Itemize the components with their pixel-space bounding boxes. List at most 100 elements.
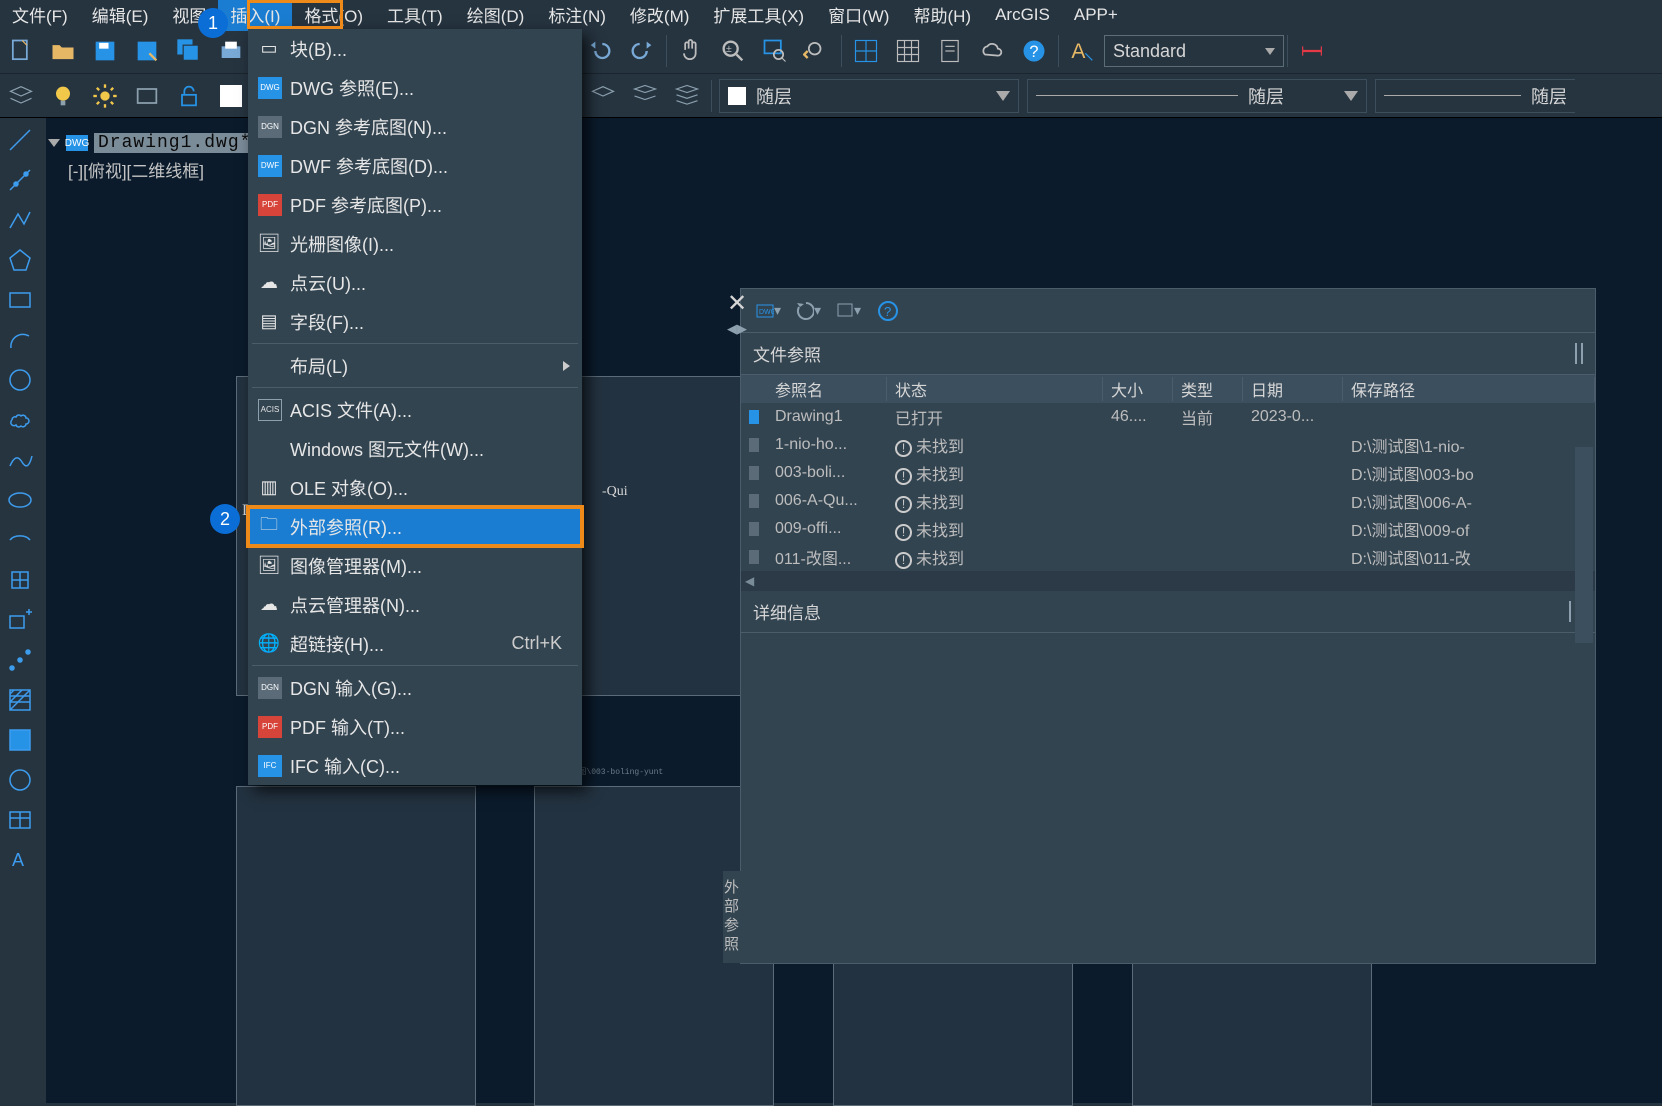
table-row[interactable]: 009-offi...!未找到D:\测试图\009-of xyxy=(741,515,1595,543)
region-tool-icon[interactable] xyxy=(0,762,40,798)
menuitem-ole[interactable]: ▥OLE 对象(O)... xyxy=(248,468,582,507)
menuitem-xref[interactable]: 🗀外部参照(R)... xyxy=(248,507,582,546)
polyline-tool-icon[interactable] xyxy=(0,202,40,238)
save-icon[interactable] xyxy=(84,30,126,72)
menuitem-dwf-ref[interactable]: DWFDWF 参考底图(D)... xyxy=(248,146,582,185)
arc-tool-icon[interactable] xyxy=(0,322,40,358)
rectangle-tool-icon[interactable] xyxy=(0,282,40,318)
table-tool-icon[interactable] xyxy=(0,802,40,838)
menuitem-pdf-ref[interactable]: PDFPDF 参考底图(P)... xyxy=(248,185,582,224)
insert-block-icon[interactable] xyxy=(0,602,40,638)
col-date[interactable]: 日期 xyxy=(1243,377,1343,401)
menu-draw[interactable]: 绘图(D) xyxy=(455,0,537,31)
col-size[interactable]: 大小 xyxy=(1103,377,1173,401)
menuitem-dgn-ref[interactable]: DGNDGN 参考底图(N)... xyxy=(248,107,582,146)
layers2-icon[interactable] xyxy=(624,75,666,117)
grid1-icon[interactable] xyxy=(845,30,887,72)
menuitem-layout[interactable]: 布局(L) xyxy=(248,346,582,385)
pan-icon[interactable] xyxy=(670,30,712,72)
table-row[interactable]: Drawing1已打开46....当前2023-0... xyxy=(741,403,1595,431)
xref-help-icon[interactable]: ? xyxy=(875,298,901,324)
hatch-tool-icon[interactable] xyxy=(0,682,40,718)
pin-icon[interactable]: ◀▶ xyxy=(727,321,747,337)
lock-icon[interactable] xyxy=(168,75,210,117)
menu-modify[interactable]: 修改(M) xyxy=(618,0,701,31)
tree-viewmode[interactable]: [-][俯视][二维线框] xyxy=(68,157,204,182)
menu-window[interactable]: 窗口(W) xyxy=(816,0,901,31)
hscroll[interactable]: ◀▶ xyxy=(741,571,1595,591)
swatch-icon[interactable] xyxy=(210,75,252,117)
col-type[interactable]: 类型 xyxy=(1173,377,1243,401)
attach-dwg-icon[interactable]: DWG▾ xyxy=(755,298,781,324)
open-icon[interactable] xyxy=(42,30,84,72)
table-row[interactable]: 011-改图...!未找到D:\测试图\011-改 xyxy=(741,543,1595,571)
sun-icon[interactable] xyxy=(84,75,126,117)
spline-tool-icon[interactable] xyxy=(0,442,40,478)
menuitem-ifc-import[interactable]: IFCIFC 输入(C)... xyxy=(248,746,582,785)
saveas-icon[interactable] xyxy=(126,30,168,72)
menu-tools[interactable]: 工具(T) xyxy=(375,0,455,31)
zoom-window-icon[interactable] xyxy=(754,30,796,72)
block-tool-icon[interactable] xyxy=(0,562,40,598)
menuitem-dgn-import[interactable]: DGNDGN 输入(G)... xyxy=(248,668,582,707)
dim-icon[interactable] xyxy=(1291,30,1333,72)
close-icon[interactable]: ✕ xyxy=(727,289,747,318)
list-view-icon[interactable] xyxy=(1575,343,1577,364)
menuitem-block[interactable]: ▭块(B)... xyxy=(248,29,582,68)
saveall-icon[interactable] xyxy=(168,30,210,72)
circle-tool-icon[interactable] xyxy=(0,362,40,398)
col-path[interactable]: 保存路径 xyxy=(1343,377,1595,401)
undo-icon[interactable] xyxy=(579,30,621,72)
tree-filename[interactable]: Drawing1.dwg* xyxy=(94,133,255,153)
menuitem-pc-manager[interactable]: ☁点云管理器(N)... xyxy=(248,585,582,624)
vscroll[interactable] xyxy=(1575,447,1593,643)
linetype-combo[interactable]: 随层 xyxy=(1027,79,1367,113)
revcloud-tool-icon[interactable] xyxy=(0,402,40,438)
textstyle-icon[interactable]: A xyxy=(1062,30,1104,72)
menuitem-acis[interactable]: ACISACIS 文件(A)... xyxy=(248,390,582,429)
ray-tool-icon[interactable] xyxy=(0,162,40,198)
menuitem-image-manager[interactable]: 🖼图像管理器(M)... xyxy=(248,546,582,585)
detail-view1-icon[interactable] xyxy=(1569,601,1571,622)
menuitem-dwg-ref[interactable]: DWGDWG 参照(E)... xyxy=(248,68,582,107)
new-icon[interactable] xyxy=(0,30,42,72)
point-tool-icon[interactable] xyxy=(0,642,40,678)
menu-appplus[interactable]: APP+ xyxy=(1062,1,1130,29)
cloud-icon[interactable] xyxy=(971,30,1013,72)
tree-caret-icon[interactable] xyxy=(48,139,60,147)
tree-view-icon[interactable] xyxy=(1581,343,1583,364)
menu-edit[interactable]: 编辑(E) xyxy=(80,0,161,31)
menuitem-field[interactable]: ▤字段(F)... xyxy=(248,302,582,341)
menuitem-wmf[interactable]: Windows 图元文件(W)... xyxy=(248,429,582,468)
help-icon[interactable]: ? xyxy=(1013,30,1055,72)
color-combo[interactable]: 随层 xyxy=(719,79,1019,113)
grid2-icon[interactable] xyxy=(887,30,929,72)
table-row[interactable]: 1-nio-ho...!未找到D:\测试图\1-nio- xyxy=(741,431,1595,459)
menu-annotate[interactable]: 标注(N) xyxy=(536,0,618,31)
bulb-icon[interactable] xyxy=(42,75,84,117)
menu-help[interactable]: 帮助(H) xyxy=(901,0,983,31)
style-combo[interactable]: Standard xyxy=(1104,35,1284,67)
menuitem-pdf-import[interactable]: PDFPDF 输入(T)... xyxy=(248,707,582,746)
rect-icon[interactable] xyxy=(126,75,168,117)
menuitem-hyperlink[interactable]: 🌐超链接(H)...Ctrl+K xyxy=(248,624,582,663)
refresh-icon[interactable]: ▾ xyxy=(795,298,821,324)
sheet-icon[interactable] xyxy=(929,30,971,72)
gradient-tool-icon[interactable] xyxy=(0,722,40,758)
layers3-icon[interactable] xyxy=(666,75,708,117)
text-tool-icon[interactable]: A xyxy=(0,842,40,878)
ellipse-tool-icon[interactable] xyxy=(0,482,40,518)
polygon-tool-icon[interactable] xyxy=(0,242,40,278)
zoom-realtime-icon[interactable]: ± xyxy=(712,30,754,72)
zoom-prev-icon[interactable] xyxy=(796,30,838,72)
menu-file[interactable]: 文件(F) xyxy=(0,0,80,31)
redo-icon[interactable] xyxy=(621,30,663,72)
table-row[interactable]: 006-A-Qu...!未找到D:\测试图\006-A- xyxy=(741,487,1595,515)
menuitem-raster[interactable]: 🖼光栅图像(I)... xyxy=(248,224,582,263)
settings-icon[interactable]: ▾ xyxy=(835,298,861,324)
table-row[interactable]: 003-boli...!未找到D:\测试图\003-bo xyxy=(741,459,1595,487)
menu-arcgis[interactable]: ArcGIS xyxy=(983,1,1062,29)
layers1-icon[interactable] xyxy=(582,75,624,117)
menuitem-pointcloud[interactable]: ☁点云(U)... xyxy=(248,263,582,302)
col-status[interactable]: 状态 xyxy=(887,377,1103,401)
